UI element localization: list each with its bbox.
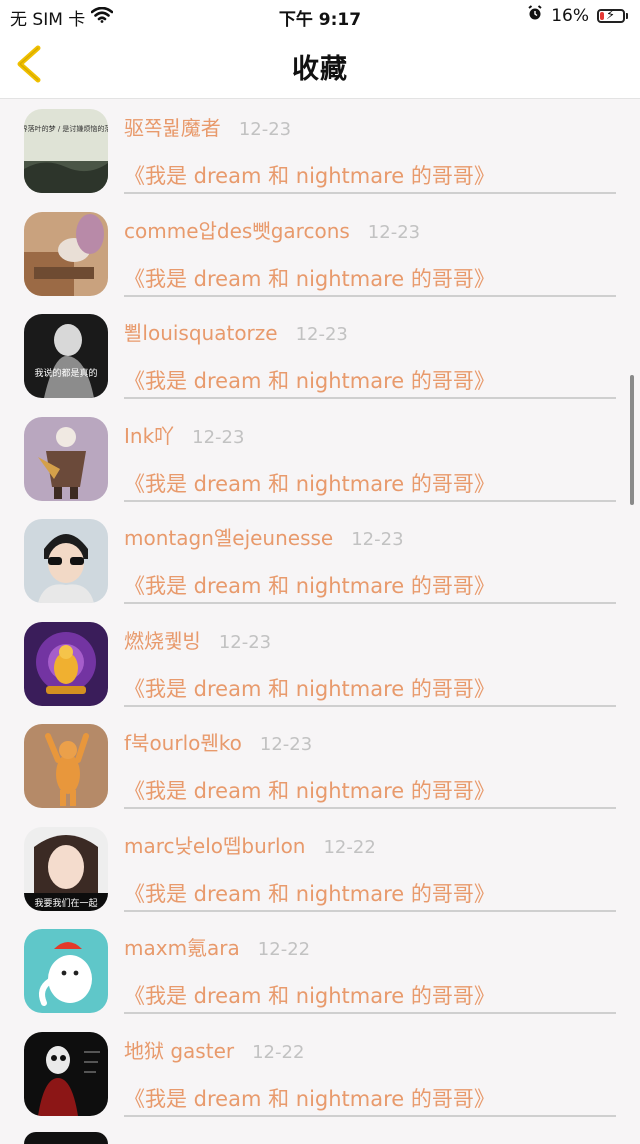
list-item[interactable]: montagn옐ejeunesse 12-23 《我是 dream 和 night… <box>0 509 640 612</box>
post-title[interactable]: 《我是 dream 和 nightmare 的哥哥》 <box>124 468 495 498</box>
post-title[interactable]: 《我是 dream 和 nightmare 的哥哥》 <box>124 160 495 190</box>
list-item[interactable]: maxm氪ara 12-22 《我是 dream 和 nightmare 的哥哥》 <box>0 919 640 1022</box>
post-date: 12-23 <box>218 631 272 653</box>
user-name: 地狱 gaster 12-22 <box>124 1035 304 1064</box>
user-name-text: comme압des뺏garcons <box>124 218 350 243</box>
user-name: montagn옐ejeunesse 12-23 <box>124 522 404 551</box>
user-name: maxm氪ara 12-22 <box>124 932 310 961</box>
post-title[interactable]: 《我是 dream 和 nightmare 的哥哥》 <box>124 365 495 395</box>
user-name-text: 뾜louisquatorze <box>124 321 278 345</box>
post-title[interactable]: 《我是 dream 和 nightmare 的哥哥》 <box>124 263 495 293</box>
battery-icon: ⚡ <box>597 7 628 23</box>
avatar[interactable]: 我说的都是真的 <box>24 314 108 398</box>
avatar[interactable] <box>24 519 108 603</box>
list-item[interactable]: 我说的都是真的 뾜louisquatorze 12-23 《我是 dream 和 … <box>0 304 640 407</box>
page-title: 收藏 <box>292 54 348 85</box>
favorites-list: 世界落叶的梦 / 是讨嫌烦恼的落叶 驱쪽뮕魔者 12-23 《我是 dream 和… <box>0 99 640 1124</box>
avatar[interactable] <box>24 724 108 808</box>
charging-bolt-icon: ⚡ <box>606 7 616 23</box>
divider <box>124 909 616 912</box>
post-title[interactable]: 《我是 dream 和 nightmare 的哥哥》 <box>124 1083 495 1113</box>
post-title[interactable]: 《我是 dream 和 nightmare 的哥哥》 <box>124 980 495 1010</box>
post-title[interactable]: 《我是 dream 和 nightmare 的哥哥》 <box>124 570 495 600</box>
post-title[interactable]: 《我是 dream 和 nightmare 的哥哥》 <box>124 878 495 908</box>
user-name-text: 地狱 gaster <box>124 1038 235 1063</box>
user-name: Ink吖 12-23 <box>124 420 244 449</box>
avatar[interactable] <box>24 211 108 296</box>
list-item[interactable]: 地狱 gaster 12-22 《我是 dream 和 nightmare 的哥哥… <box>0 1022 640 1125</box>
user-name-text: Ink吖 <box>124 423 175 448</box>
user-name-text: 驱쪽뮕魔者 <box>124 116 221 140</box>
divider <box>124 602 616 604</box>
avatar[interactable] <box>24 621 108 706</box>
alarm-icon <box>527 5 543 26</box>
user-name: comme압des뺏garcons 12-23 <box>124 215 420 244</box>
avatar[interactable] <box>24 1132 108 1144</box>
status-bar: 无 SIM 卡 下午 9:17 16% ⚡ <box>0 0 640 32</box>
user-name: 燃烧퀯빙 12-23 <box>124 625 271 654</box>
battery-percent: 16% <box>551 5 589 26</box>
nav-bar: 收藏 <box>0 32 640 99</box>
list-item[interactable]: f북ourlo뭰ko 12-23 《我是 dream 和 nightmare 的哥… <box>0 714 640 817</box>
divider <box>124 1114 616 1117</box>
list-item[interactable]: 世界落叶的梦 / 是讨嫌烦恼的落叶 驱쪽뮕魔者 12-23 《我是 dream 和… <box>0 99 640 202</box>
divider <box>124 499 616 502</box>
battery-level <box>600 11 604 20</box>
user-name: 뾜louisquatorze 12-23 <box>124 317 348 346</box>
post-date: 12-23 <box>367 221 421 243</box>
list-item[interactable]: Ink吖 12-23 《我是 dream 和 nightmare 的哥哥》 <box>0 407 640 510</box>
divider <box>124 807 616 809</box>
avatar[interactable]: 世界落叶的梦 / 是讨嫌烦恼的落叶 <box>24 109 108 193</box>
divider <box>124 704 616 707</box>
post-title[interactable]: 《我是 dream 和 nightmare 的哥哥》 <box>124 775 495 805</box>
svg-text:世界落叶的梦 / 是讨嫌烦恼的落叶: 世界落叶的梦 / 是讨嫌烦恼的落叶 <box>24 124 108 133</box>
avatar[interactable] <box>24 416 108 501</box>
user-name-text: 燃烧퀯빙 <box>124 628 201 653</box>
user-name: marc낮elo뗍burlon 12-22 <box>124 830 376 859</box>
scrollbar[interactable] <box>630 375 634 505</box>
divider <box>124 294 616 297</box>
avatar[interactable]: 我要我们在一起 <box>24 826 108 911</box>
user-name-text: maxm氪ara <box>124 936 240 960</box>
post-date: 12-22 <box>323 836 376 858</box>
post-date: 12-23 <box>192 426 245 448</box>
post-date: 12-22 <box>257 939 311 960</box>
post-date: 12-23 <box>351 529 404 550</box>
user-name-text: f북ourlo뭰ko <box>124 731 242 755</box>
divider <box>124 192 616 194</box>
post-date: 12-23 <box>295 324 348 345</box>
user-name-text: marc낮elo뗍burlon <box>124 833 306 858</box>
user-name-text: montagn옐ejeunesse <box>124 526 334 550</box>
avatar[interactable] <box>24 929 108 1013</box>
post-date: 12-23 <box>238 119 292 140</box>
divider <box>124 397 616 399</box>
list-item[interactable]: 燃烧퀯빙 12-23 《我是 dream 和 nightmare 的哥哥》 <box>0 612 640 715</box>
post-date: 12-22 <box>252 1041 305 1063</box>
divider <box>124 1012 616 1014</box>
user-name: f북ourlo뭰ko 12-23 <box>124 727 312 756</box>
svg-text:我说的都是真的: 我说的都是真的 <box>34 367 97 379</box>
post-title[interactable]: 《我是 dream 和 nightmare 的哥哥》 <box>124 673 495 703</box>
avatar[interactable] <box>24 1031 108 1116</box>
user-name: 驱쪽뮕魔者 12-23 <box>124 112 291 141</box>
status-right: 16% ⚡ <box>527 5 628 26</box>
list-item[interactable]: 我要我们在一起 marc낮elo뗍burlon 12-22 《我是 dream 和… <box>0 817 640 920</box>
list-item[interactable]: comme압des뺏garcons 12-23 《我是 dream 和 night… <box>0 202 640 305</box>
svg-text:我要我们在一起: 我要我们在一起 <box>34 897 97 909</box>
post-date: 12-23 <box>259 734 313 755</box>
